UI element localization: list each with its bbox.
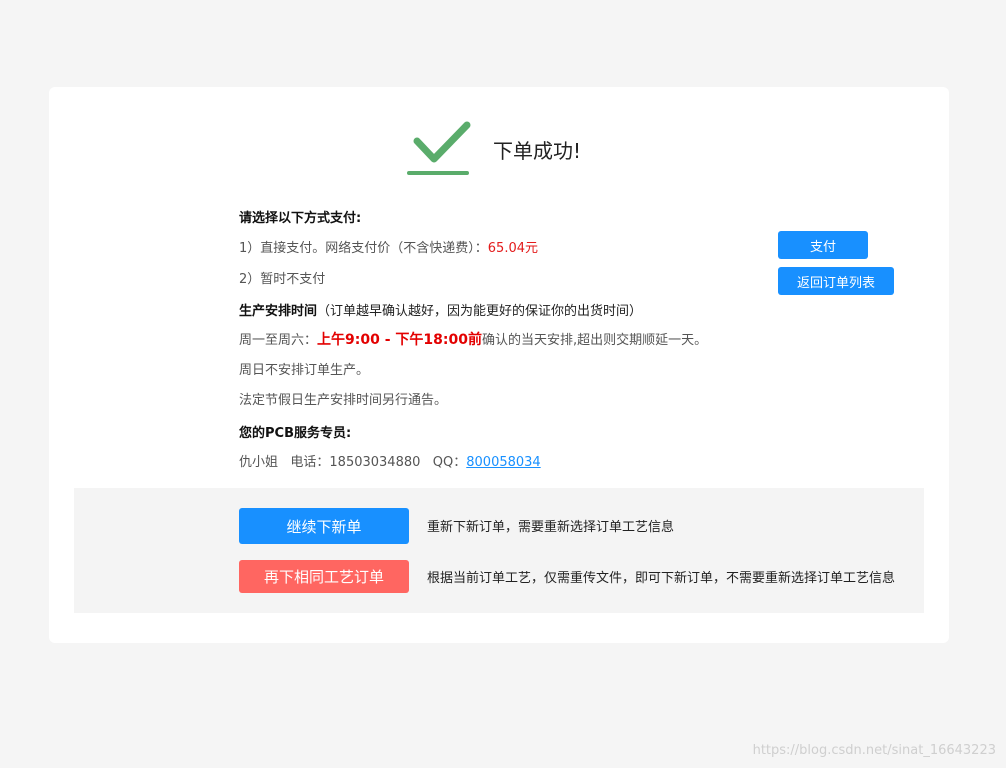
online-price: 65.04元 [487, 241, 538, 256]
schedule-heading-label: 生产安排时间 [239, 304, 318, 319]
return-order-list-button[interactable]: 返回订单列表 [778, 267, 894, 295]
payment-option-later: 2）暂时不支付 [239, 272, 326, 287]
page-title: 下单成功! [493, 139, 582, 163]
continue-new-order-button[interactable]: 继续下新单 [239, 508, 409, 544]
same-process-order-desc: 根据当前订单工艺，仅需重传文件，即可下新订单，不需要重新选择订单工艺信息 [427, 571, 896, 586]
schedule-sunday: 周日不安排订单生产。 [239, 363, 370, 378]
schedule-heading: 生产安排时间（订单越早确认越好，因为能更好的保证你的出货时间） [239, 300, 642, 319]
checkmark-icon [407, 121, 471, 175]
service-contact: 仇小姐 电话：18503034880 QQ：800058034 [239, 451, 541, 470]
schedule-weekday: 周一至周六：上午9:00 - 下午18:00前确认的当天安排,超出则交期顺延一天… [239, 329, 707, 349]
same-process-order-button[interactable]: 再下相同工艺订单 [239, 560, 409, 593]
order-success-card: 下单成功! 请选择以下方式支付: 1）直接支付。网络支付价（不含快递费）：65.… [49, 87, 949, 643]
service-contact-text: 仇小姐 电话：18503034880 QQ： [239, 455, 467, 470]
success-header: 下单成功! [407, 121, 707, 177]
schedule-holiday: 法定节假日生产安排时间另行通告。 [239, 393, 448, 408]
payment-option-direct-label: 1）直接支付。网络支付价（不含快递费）： [239, 241, 488, 256]
continue-new-order-desc: 重新下新订单，需要重新选择订单工艺信息 [427, 520, 675, 535]
pay-button[interactable]: 支付 [778, 231, 868, 259]
schedule-weekday-prefix: 周一至周六： [239, 333, 318, 348]
payment-heading: 请选择以下方式支付: [239, 211, 362, 226]
qq-link[interactable]: 800058034 [466, 455, 540, 470]
service-heading: 您的PCB服务专员: [239, 426, 352, 441]
schedule-weekday-time: 上午9:00 - 下午18:00前 [317, 332, 482, 348]
schedule-heading-note: （订单越早确认越好，因为能更好的保证你的出货时间） [317, 304, 643, 319]
payment-option-direct: 1）直接支付。网络支付价（不含快递费）：65.04元 [239, 237, 538, 256]
actions-panel: 继续下新单 重新下新订单，需要重新选择订单工艺信息 再下相同工艺订单 根据当前订… [74, 488, 924, 613]
watermark: https://blog.csdn.net/sinat_16643223 [752, 743, 996, 758]
schedule-weekday-suffix: 确认的当天安排,超出则交期顺延一天。 [481, 333, 708, 348]
